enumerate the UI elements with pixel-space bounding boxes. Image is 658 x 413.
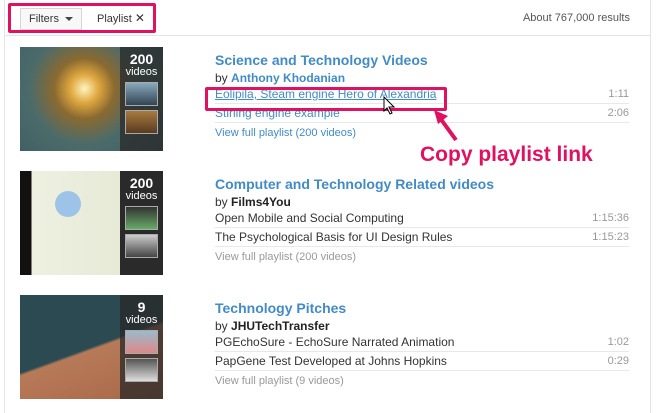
mini-thumbnail: [125, 206, 158, 230]
arrow-icon: [434, 110, 458, 142]
author-link[interactable]: JHUTechTransfer: [231, 319, 329, 333]
video-count-overlay: 200 videos: [120, 171, 163, 275]
videos-label: videos: [125, 190, 158, 202]
playlist-title-link[interactable]: Science and Technology Videos: [215, 52, 629, 68]
callout-label: Copy playlist link: [420, 143, 593, 166]
highlight-box-link: [205, 87, 447, 111]
mini-thumbnail: [125, 234, 158, 258]
view-full-playlist-link[interactable]: View full playlist (200 videos): [215, 251, 629, 263]
playlist-author: by Films4You: [215, 195, 291, 209]
video-count-overlay: 200 videos: [120, 47, 163, 151]
diagram-node: [55, 191, 81, 217]
playlist-title-link[interactable]: Technology Pitches: [215, 300, 629, 316]
playlist-thumbnail[interactable]: 200 videos: [20, 47, 163, 151]
playlist-video-item[interactable]: PGEchoSure - EchoSure Narrated Animation…: [215, 333, 629, 352]
highlight-box-filters: [8, 3, 156, 33]
video-count: 9: [137, 299, 146, 315]
playlist-thumbnail[interactable]: 9 videos: [20, 295, 163, 399]
author-link[interactable]: Anthony Khodanian: [231, 71, 345, 85]
mini-thumbnail: [125, 82, 158, 106]
playlist-thumbnail[interactable]: 200 videos: [20, 171, 163, 275]
view-full-playlist-link[interactable]: View full playlist (200 videos): [215, 127, 629, 139]
video-count: 200: [129, 175, 154, 191]
results-count: About 767,000 results: [522, 12, 630, 24]
video-count-overlay: 9 videos: [120, 295, 163, 399]
mouse-cursor-icon: [383, 96, 396, 115]
playlist-author: by Anthony Khodanian: [215, 71, 346, 85]
playlist-video-item[interactable]: Open Mobile and Social Computing 1:15:36: [215, 209, 629, 228]
videos-label: videos: [125, 314, 158, 326]
playlist-author: by JHUTechTransfer: [215, 319, 330, 333]
playlist-video-item[interactable]: The Psychological Basis for UI Design Ru…: [215, 228, 629, 247]
videos-label: videos: [125, 66, 158, 78]
video-count: 200: [129, 51, 154, 67]
mini-thumbnail: [125, 330, 158, 354]
playlist-video-item[interactable]: PapGene Test Developed at Johns Hopkins 0…: [215, 352, 629, 371]
playlist-result: 9 videos Technology Pitches by JHUTechTra…: [20, 295, 640, 399]
mini-thumbnail: [125, 110, 158, 134]
mini-thumbnail: [125, 358, 158, 382]
playlist-result: 200 videos Computer and Technology Relate…: [20, 171, 640, 275]
view-full-playlist-link[interactable]: View full playlist (9 videos): [215, 375, 629, 387]
playlist-title-link[interactable]: Computer and Technology Related videos: [215, 176, 629, 192]
author-link[interactable]: Films4You: [231, 195, 291, 209]
